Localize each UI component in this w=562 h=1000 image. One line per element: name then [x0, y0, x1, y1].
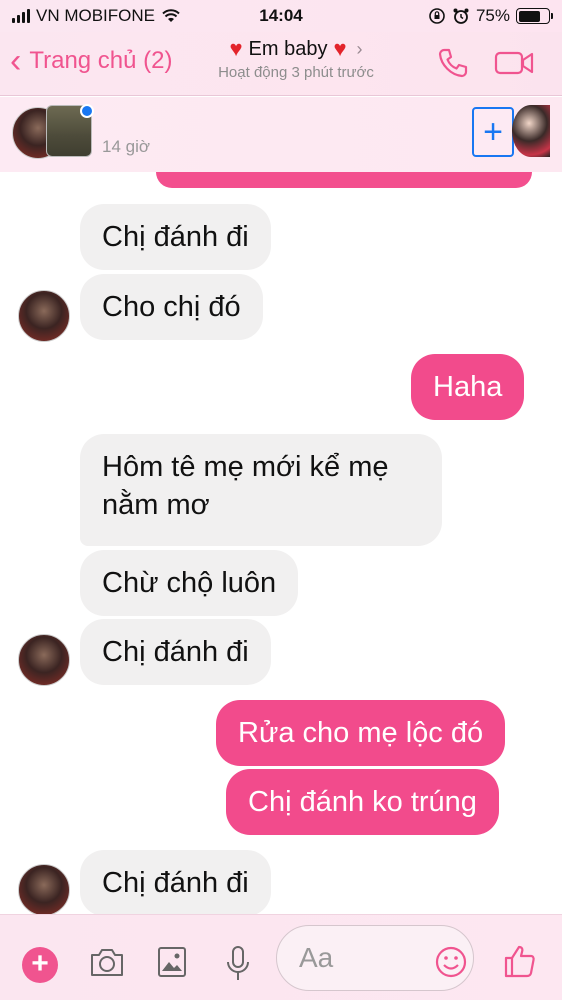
message-list[interactable]: Chị đánh đi Cho chị đó Haha Hôm tê mẹ mớ…	[0, 172, 562, 914]
message-bubble-outgoing[interactable]: Rửa cho mẹ lộc đó	[216, 700, 506, 766]
message-bubble-outgoing[interactable]: Haha	[411, 354, 525, 420]
battery-fill	[518, 10, 541, 22]
chevron-left-icon: ‹	[10, 42, 22, 80]
story-time: 14 giờ	[102, 137, 151, 156]
like-icon[interactable]	[502, 943, 538, 979]
plus-icon: +	[483, 112, 503, 151]
contact-title[interactable]: ♥ Em baby ♥ › Hoạt động 3 phút trước	[196, 36, 396, 81]
add-story-button[interactable]: +	[472, 107, 514, 157]
back-label: Trang chủ (2)	[29, 47, 173, 74]
image-icon[interactable]	[156, 945, 188, 979]
contact-name-row: ♥ Em baby ♥ ›	[196, 36, 396, 62]
signal-icon	[12, 9, 30, 23]
battery-icon	[516, 8, 553, 24]
plus-icon[interactable]: +	[22, 947, 58, 983]
contact-avatar[interactable]	[18, 864, 70, 914]
message-line: Hôm tê mẹ mới kể mẹ	[102, 451, 389, 483]
status-right: 75%	[428, 6, 553, 26]
alarm-icon	[453, 8, 469, 24]
heart-icon: ♥	[229, 36, 243, 61]
message-bubble-incoming[interactable]: Chị đánh đi	[80, 204, 271, 270]
message-line: nằm mơ	[102, 489, 210, 521]
message-bubble-partial	[156, 172, 532, 188]
wifi-icon	[162, 9, 180, 22]
online-indicator	[80, 104, 94, 118]
heart-icon: ♥	[333, 36, 347, 61]
video-call-icon[interactable]	[494, 48, 534, 78]
message-bubble-incoming[interactable]: Chị đánh đi	[80, 850, 271, 914]
message-bubble-incoming[interactable]: Chị đánh đi	[80, 619, 271, 685]
camera-icon[interactable]	[88, 945, 126, 979]
contact-avatar[interactable]	[18, 290, 70, 342]
emoji-icon[interactable]	[434, 945, 468, 979]
message-bubble-incoming[interactable]: Hôm tê mẹ mới kể mẹ nằm mơ	[80, 434, 442, 546]
status-bar: VN MOBIFONE 14:04 75%	[0, 0, 562, 32]
phone-call-icon[interactable]	[436, 46, 470, 80]
contact-avatar[interactable]	[18, 634, 70, 686]
battery-percent: 75%	[475, 6, 510, 25]
message-bubble-incoming[interactable]: Cho chị đó	[80, 274, 263, 340]
carrier-label: VN MOBIFONE	[36, 6, 156, 25]
orientation-lock-icon	[429, 8, 445, 24]
story-avatar-partial[interactable]	[512, 105, 550, 157]
composer-bar: + Aa	[0, 914, 562, 1000]
message-input-placeholder: Aa	[299, 942, 334, 973]
conversation-header: ‹ Trang chủ (2) ♥ Em baby ♥ › Hoạt động …	[0, 32, 562, 96]
activity-status: Hoạt động 3 phút trước	[218, 64, 374, 81]
chevron-right-icon: ›	[356, 38, 363, 59]
status-left: VN MOBIFONE	[12, 6, 181, 26]
contact-name: Em baby	[248, 37, 328, 60]
microphone-icon[interactable]	[224, 945, 252, 983]
back-button[interactable]: ‹ Trang chủ (2)	[10, 42, 173, 80]
message-bubble-outgoing[interactable]: Chị đánh ko trúng	[226, 769, 499, 835]
message-bubble-incoming[interactable]: Chừ chộ luôn	[80, 550, 299, 616]
